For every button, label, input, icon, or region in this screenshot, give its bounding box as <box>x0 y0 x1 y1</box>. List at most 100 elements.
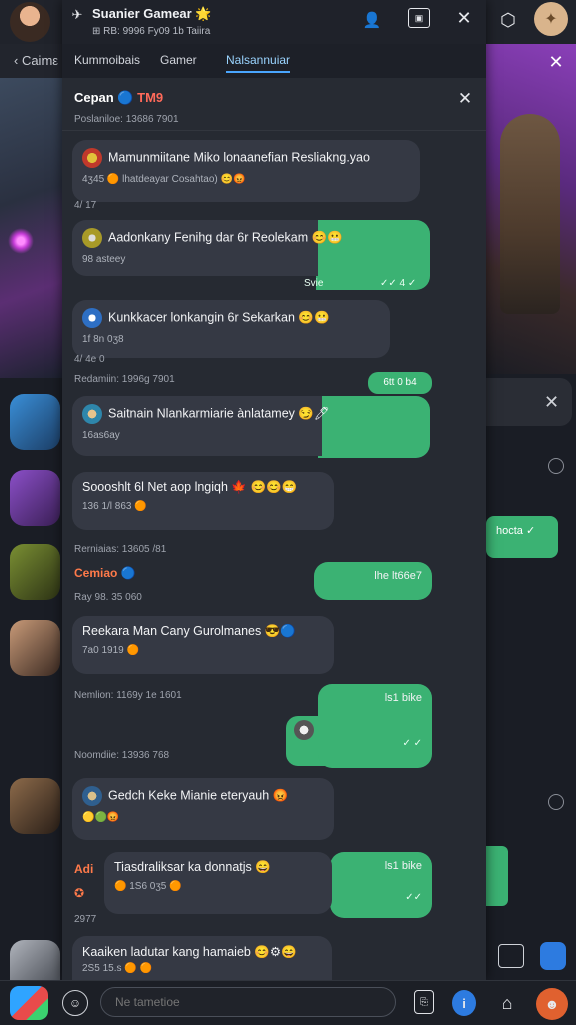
message-time: 2977 <box>74 914 97 925</box>
info-icon[interactable]: i <box>452 990 476 1016</box>
app-logo-icon[interactable] <box>10 986 48 1020</box>
message-text: Tiasdraliksar ka donnatjs 😄 <box>114 860 271 874</box>
message-meta: 7a0 1919 🟠 <box>82 645 139 656</box>
message-input[interactable] <box>100 987 396 1017</box>
contact-avatar[interactable] <box>10 470 60 526</box>
avatar <box>82 148 102 168</box>
read-check-icon: ✓✓ 4 ✓ <box>380 278 417 289</box>
message-bubble[interactable]: Gedch Keke Mianie eteryauh 😡 🟡🟢😡 <box>72 778 334 840</box>
message-bubble[interactable]: Aadonkany Fenihg dar 6r Reolekam 😊😬 98 a… <box>72 220 343 276</box>
home-icon[interactable]: ⌂ <box>494 990 520 1016</box>
message-meta: 2S5 15.s 🟠 🟠 <box>82 963 152 974</box>
avatar <box>82 308 102 328</box>
avatar <box>294 720 314 740</box>
sender-name: Cemiao 🔵 <box>74 566 136 580</box>
message-text: ls1 bike <box>384 860 422 872</box>
avatar <box>82 786 102 806</box>
tab-nalsannuiar[interactable]: Nalsannuiar <box>226 53 291 73</box>
save-icon[interactable] <box>540 942 566 970</box>
message-text: ls1 bike <box>384 692 422 704</box>
message-meta: 4ʒ45 🟠 lhatdeayar Cosahtao) 😊😡 <box>82 174 246 185</box>
message-pill[interactable]: 6tt 0 b4 <box>368 372 432 394</box>
background-message <box>486 846 508 906</box>
message-bubble[interactable]: Reekara Man Cany Gurolmanes 😎🔵 7a0 1919 … <box>72 616 334 674</box>
attach-icon[interactable]: ⎘ <box>414 990 434 1014</box>
back-link[interactable]: ‹ Caimε <box>0 44 62 78</box>
avatar <box>82 228 102 248</box>
close-icon[interactable]: ✕ <box>452 6 476 30</box>
message-time: 4/ 4e 0 <box>74 354 105 365</box>
message-text: lhe lt66e7 <box>374 570 422 582</box>
message-text: Mamunmiitane Miko lonaanefian Resliakng.… <box>108 150 370 165</box>
message-meta: 16as6ay <box>82 430 120 441</box>
message-bubble[interactable]: Kaaiken ladutar kang hamaieb 😊⚙😄 2S5 15.… <box>72 936 332 980</box>
app-icon: ✈ <box>71 7 83 22</box>
message-highlight <box>318 396 430 458</box>
contact-avatar[interactable] <box>10 544 60 600</box>
message-meta: 1f 8n 0ʒ8 <box>82 334 124 345</box>
contact-avatar[interactable] <box>10 394 60 450</box>
message-status: Svie <box>304 278 324 289</box>
chat-subtitle: Poslaniloe: 13686 7901 <box>74 114 179 125</box>
soldier-figure <box>500 114 560 314</box>
tab-gamer[interactable]: Gamer <box>160 53 197 67</box>
background-message: hocta ✓ <box>486 516 558 558</box>
window-icon[interactable]: ▣ <box>408 8 430 28</box>
message-text: Kunkkacer lonkangin 6r Sekarkan 😊😬 <box>108 310 330 325</box>
background-message-label: hocta <box>496 525 523 537</box>
message-bubble[interactable]: Tiasdraliksar ka donnatjs 😄 🟠 1S6 0ʒ5 🟠 <box>104 852 332 914</box>
message-bubble[interactable]: Mamunmiitane Miko lonaanefian Resliakng.… <box>72 140 420 202</box>
radio-icon[interactable] <box>548 458 564 474</box>
message-text: Saitnain Nlankarmiarie ànlatamey 😏🖊 <box>108 406 330 421</box>
message-text: Soooshlt 6l Net aop lngiqh 🍁 😊😊😁 <box>82 480 298 494</box>
tool-icon[interactable] <box>498 944 524 968</box>
close-icon[interactable]: ✕ <box>544 392 559 413</box>
message-text: Gedch Keke Mianie eteryauh 😡 <box>108 788 289 803</box>
chat-title-badge: 🔵 TM9 <box>117 90 164 105</box>
message-meta: 🟡🟢😡 <box>82 812 120 823</box>
close-icon[interactable]: ✕ <box>546 52 566 72</box>
message-bubble[interactable]: ls1 bike ✓✓ <box>330 852 432 918</box>
tab-kummoibais[interactable]: Kummoibais <box>74 53 140 67</box>
sender-name: Adi <box>74 862 94 876</box>
profile-icon[interactable]: ☻ <box>536 988 568 1020</box>
message-meta: 136 1/l 863 🟠 <box>82 501 147 512</box>
contact-avatar[interactable] <box>10 778 60 834</box>
contact-list <box>0 378 62 996</box>
profile-icon[interactable]: ✦ <box>534 2 568 36</box>
background-card <box>486 378 572 426</box>
close-icon[interactable]: ✕ <box>454 88 476 110</box>
user-icon[interactable]: 👤 <box>360 8 384 32</box>
date-separator: Rerniaias: 13605 /81 <box>74 544 167 555</box>
window-title: Suanier Gamear 🌟 <box>92 6 212 21</box>
message-text: Reekara Man Cany Gurolmanes 😎🔵 <box>82 624 296 638</box>
chat-title-text: Cepan <box>74 90 114 105</box>
message-text: Kaaiken ladutar kang hamaieb 😊⚙😄 <box>82 945 297 959</box>
game-art-left <box>0 78 62 378</box>
message-bubble[interactable]: ls1 bike ✓ ✓ <box>318 684 432 768</box>
read-check-icon: ✓ ✓ <box>402 738 422 749</box>
message-meta: 98 asteey <box>82 254 126 265</box>
message-time: Ray 98. 35 060 <box>74 592 142 603</box>
date-separator: Noomdiie: 13936 768 <box>74 750 170 761</box>
date-separator: Redamiin: 1996g 7901 <box>74 374 175 385</box>
emoji-icon[interactable]: ☺ <box>62 990 88 1016</box>
date-separator: Nemlion: 1169y 1e 1601 <box>74 690 182 701</box>
avatar[interactable] <box>10 2 50 42</box>
message-text: Aadonkany Fenihg dar 6r Reolekam 😊😬 <box>108 230 343 245</box>
game-art-right <box>486 44 576 374</box>
message-time: 4/ 17 <box>74 200 97 211</box>
read-check-icon: ✓✓ <box>405 892 422 903</box>
message-bubble[interactable]: Saitnain Nlankarmiarie ànlatamey 😏🖊 16as… <box>72 396 330 456</box>
message-bubble[interactable]: Kunkkacer lonkangin 6r Sekarkan 😊😬 1f 8n… <box>72 300 390 358</box>
radio-icon[interactable] <box>548 794 564 810</box>
avatar <box>82 404 102 424</box>
glowing-eye <box>8 228 34 254</box>
message-bubble[interactable]: Soooshlt 6l Net aop lngiqh 🍁 😊😊😁 136 1/l… <box>72 472 334 530</box>
contact-avatar[interactable] <box>10 620 60 676</box>
shield-icon[interactable]: ⬡ <box>494 6 522 34</box>
message-bubble[interactable]: lhe lt66e7 <box>314 562 432 600</box>
chat-title: Cepan 🔵 TM9 <box>74 90 163 106</box>
window-subtitle: ⊞ RB: 9996 Fy09 1b Taiira <box>92 26 211 37</box>
message-meta: 🟠 1S6 0ʒ5 🟠 <box>114 881 182 892</box>
